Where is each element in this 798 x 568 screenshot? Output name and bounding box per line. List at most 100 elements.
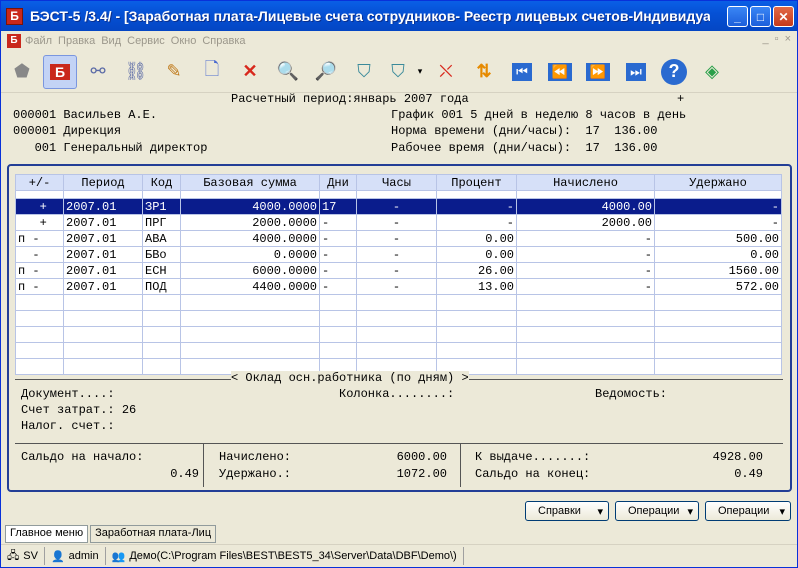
empty-cell[interactable] <box>15 294 64 311</box>
empty-cell[interactable] <box>654 342 782 359</box>
table-row[interactable]: +2007.01 ПРГ 2000.0000- - -2000.00- <box>15 214 782 231</box>
cell-days[interactable]: - <box>319 214 357 231</box>
cell-hours[interactable]: - <box>356 278 437 295</box>
cell-base[interactable]: 4400.0000 <box>180 278 320 295</box>
app-logo-icon[interactable]: Б <box>6 7 23 25</box>
cell-withheld[interactable]: 1560.00 <box>654 262 782 279</box>
empty-cell[interactable] <box>436 326 517 343</box>
cell-withheld[interactable]: 0.00 <box>654 246 782 263</box>
cell-days[interactable]: - <box>319 246 357 263</box>
empty-cell[interactable] <box>654 326 782 343</box>
stone-icon[interactable]: ⬟ <box>5 55 39 89</box>
cell-code[interactable]: БВо <box>142 246 181 263</box>
cell-hours[interactable]: - <box>356 262 437 279</box>
empty-cell[interactable] <box>516 310 655 327</box>
empty-cell[interactable] <box>142 358 181 375</box>
empty-cell[interactable] <box>436 310 517 327</box>
last-icon[interactable]: ⏭ <box>619 55 653 89</box>
menu-help[interactable]: Справка <box>202 35 245 47</box>
cell-percent[interactable]: 13.00 <box>436 278 517 295</box>
cell-accrued[interactable]: - <box>516 246 655 263</box>
dropdown-icon[interactable]: ▾ <box>415 55 425 89</box>
empty-cell[interactable] <box>516 358 655 375</box>
col-withheld[interactable]: Удержано <box>654 174 782 191</box>
menu-service[interactable]: Сервис <box>127 35 165 47</box>
empty-cell[interactable] <box>319 342 357 359</box>
cell-days[interactable]: 17 <box>319 198 357 215</box>
empty-cell[interactable] <box>654 358 782 375</box>
cell-hours[interactable]: - <box>356 246 437 263</box>
best-icon[interactable]: Б <box>43 54 77 89</box>
empty-cell[interactable] <box>180 294 320 311</box>
pencil-icon[interactable]: ✎ <box>157 55 191 89</box>
col-percent[interactable]: Процент <box>436 174 517 191</box>
empty-cell[interactable] <box>142 294 181 311</box>
mdi-restore-icon[interactable]: ▫ <box>775 33 779 45</box>
user-list-icon[interactable]: ⛓ <box>119 55 153 89</box>
delete-icon[interactable]: ✕ <box>233 55 267 89</box>
cell-withheld[interactable]: 500.00 <box>654 230 782 247</box>
cell-withheld[interactable]: 572.00 <box>654 278 782 295</box>
empty-cell[interactable] <box>15 358 64 375</box>
next-icon[interactable]: ⏩ <box>581 55 615 89</box>
cell-base[interactable]: 6000.0000 <box>180 262 320 279</box>
cell-percent[interactable]: 0.00 <box>436 230 517 247</box>
title-bar[interactable]: Б БЭСТ-5 /3.4/ - [Заработная плата-Лицев… <box>1 1 797 31</box>
cell-percent[interactable]: - <box>436 214 517 231</box>
filter-down-icon[interactable]: ⛉ <box>385 55 411 89</box>
empty-row[interactable] <box>15 326 782 343</box>
operations-button-2[interactable]: Операции ▾ <box>705 501 791 521</box>
cell-percent[interactable]: 26.00 <box>436 262 517 279</box>
refresh-icon[interactable]: ⇅ <box>467 55 501 89</box>
cell-period[interactable]: 2007.01 <box>63 278 143 295</box>
maximize-button[interactable]: □ <box>750 6 771 27</box>
empty-cell[interactable] <box>15 310 64 327</box>
empty-cell[interactable] <box>15 342 64 359</box>
menu-edit[interactable]: Правка <box>58 35 95 47</box>
filter-off-icon[interactable]: ⛌ <box>429 55 463 89</box>
col-code[interactable]: Код <box>142 174 181 191</box>
empty-cell[interactable] <box>356 310 437 327</box>
col-period[interactable]: Период <box>63 174 143 191</box>
empty-cell[interactable] <box>180 310 320 327</box>
cell-code[interactable]: АВА <box>142 230 181 247</box>
table-row[interactable]: +2007.01 ЗР1 4000.0000 17- -4000.00- <box>15 198 782 215</box>
cell-hours[interactable]: - <box>356 214 437 231</box>
prev-icon[interactable]: ⏪ <box>543 55 577 89</box>
menu-view[interactable]: Вид <box>101 35 121 47</box>
empty-cell[interactable] <box>356 342 437 359</box>
payroll-table[interactable]: +/- Период Код Базовая сумма Дни Часы Пр… <box>15 174 782 375</box>
close-button[interactable]: ✕ <box>773 6 794 27</box>
find-next-icon[interactable]: 🔎 <box>309 55 343 89</box>
cell-days[interactable]: - <box>319 262 357 279</box>
cell-days[interactable]: - <box>319 278 357 295</box>
col-accrued[interactable]: Начислено <box>516 174 655 191</box>
menu-window[interactable]: Окно <box>171 35 197 47</box>
cell-accrued[interactable]: 4000.00 <box>516 198 655 215</box>
empty-cell[interactable] <box>319 326 357 343</box>
empty-row[interactable] <box>15 310 782 327</box>
cell-days[interactable]: - <box>319 230 357 247</box>
empty-cell[interactable] <box>142 310 181 327</box>
tab-main-menu[interactable]: Главное меню <box>5 525 89 543</box>
references-button[interactable]: Справки ▾ <box>525 501 609 521</box>
empty-cell[interactable] <box>142 326 181 343</box>
cell-sign[interactable]: - <box>15 246 64 263</box>
table-row[interactable]: п -2007.01 ЕСН 6000.0000- -26.00-1560.00 <box>15 262 782 279</box>
cell-percent[interactable]: - <box>436 198 517 215</box>
mdi-close-icon[interactable]: × <box>785 33 791 45</box>
calculator-icon[interactable]: ◈ <box>695 55 729 89</box>
cell-accrued[interactable]: - <box>516 278 655 295</box>
table-row[interactable]: п -2007.01 ПОД 4400.0000- -13.00-572.00 <box>15 278 782 295</box>
cell-sign[interactable]: + <box>15 198 64 215</box>
empty-cell[interactable] <box>63 294 143 311</box>
doc-menu-icon[interactable]: Б <box>7 33 21 48</box>
empty-cell[interactable] <box>319 294 357 311</box>
table-row[interactable]: п -2007.01 АВА 4000.0000- -0.00-500.00 <box>15 230 782 247</box>
cell-withheld[interactable]: - <box>654 198 782 215</box>
first-icon[interactable]: ⏮ <box>505 55 539 89</box>
cell-period[interactable]: 2007.01 <box>63 230 143 247</box>
empty-cell[interactable] <box>516 294 655 311</box>
cell-withheld[interactable]: - <box>654 214 782 231</box>
cell-accrued[interactable]: 2000.00 <box>516 214 655 231</box>
